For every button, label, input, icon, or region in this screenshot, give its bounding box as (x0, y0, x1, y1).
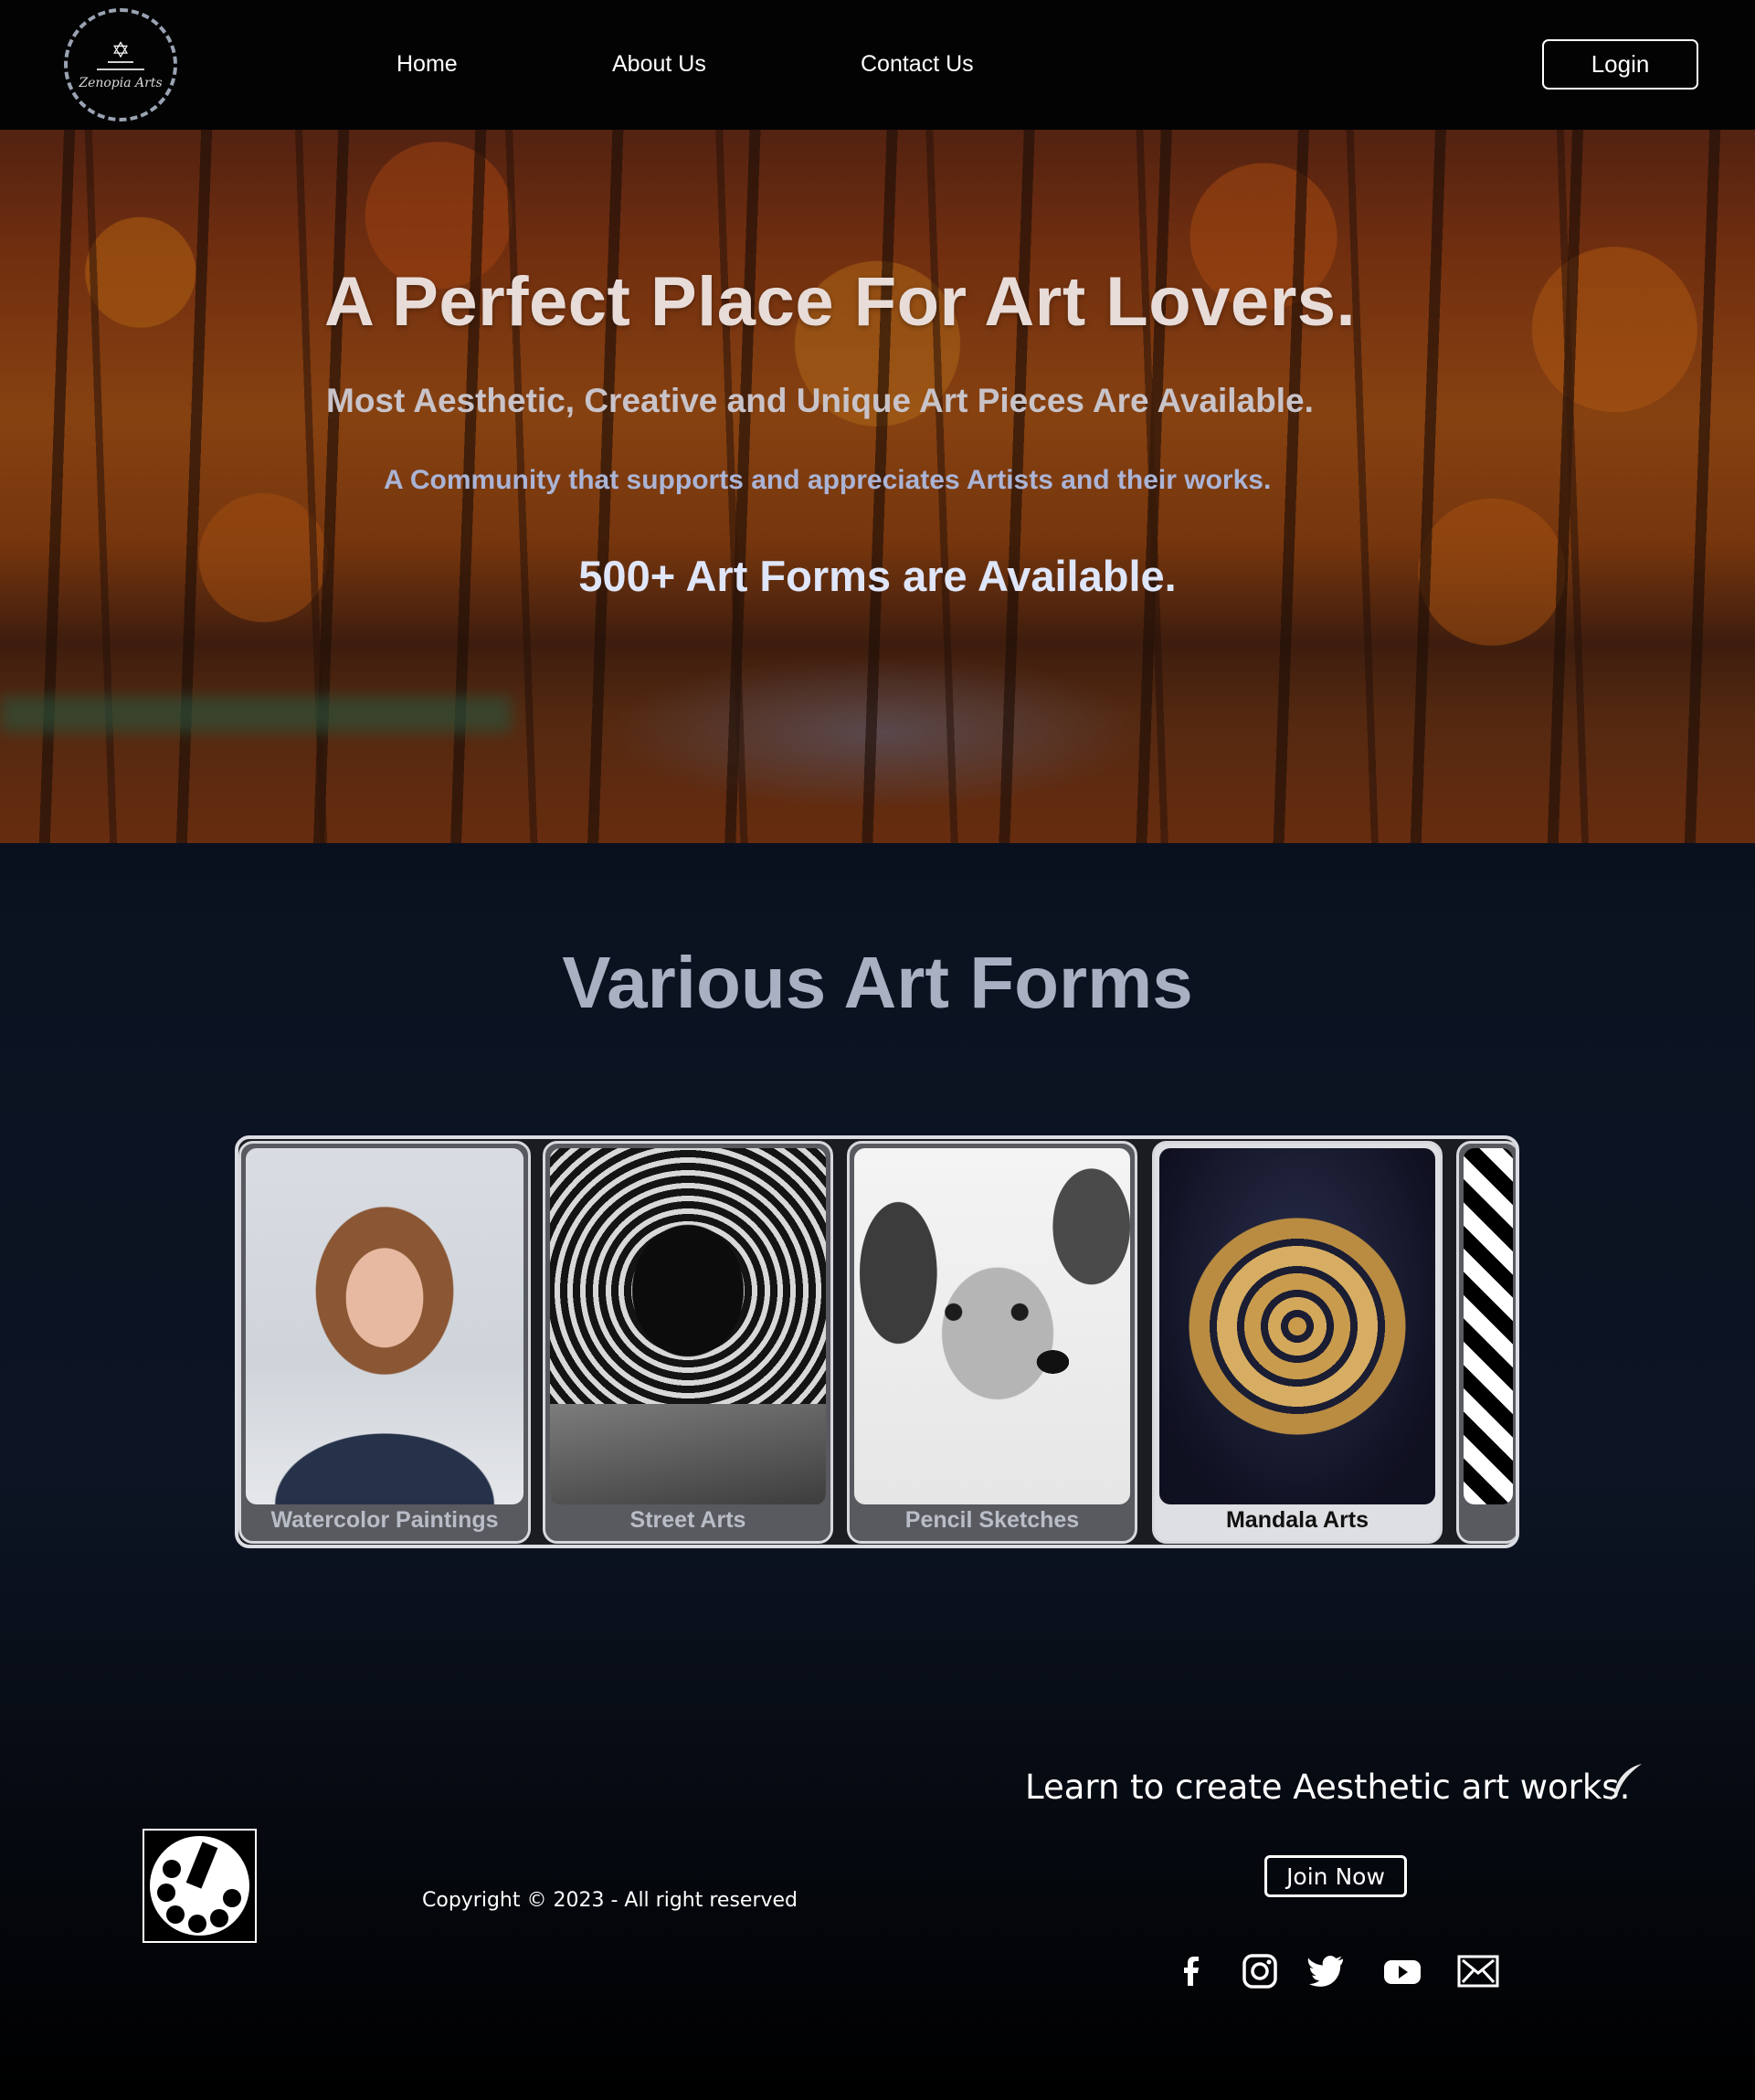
art-card-label: Pencil Sketches (904, 1507, 1080, 1533)
street-art-tiger-mural (550, 1148, 826, 1504)
top-nav: ✡ Zenopia Arts Home About Us Contact Us … (0, 0, 1755, 130)
facebook-icon[interactable] (1171, 1951, 1211, 1991)
art-card-label: Watercolor Paintings (270, 1507, 499, 1533)
op-art-checker (1464, 1148, 1513, 1504)
art-card-street[interactable]: Street Arts (543, 1141, 833, 1544)
hero-subtitle: Most Aesthetic, Creative and Unique Art … (326, 382, 1314, 419)
art-card-label: Mandala Arts (1225, 1507, 1369, 1533)
hero-highlight: 500+ Art Forms are Available. (578, 552, 1177, 600)
nav-link-home[interactable]: Home (396, 51, 458, 78)
art-forms-carousel[interactable]: Watercolor Paintings Street Arts Pencil … (235, 1135, 1519, 1548)
site-logo[interactable]: ✡ Zenopia Arts (64, 8, 177, 121)
youtube-icon[interactable] (1381, 1951, 1423, 1991)
hero-title: A Perfect Place For Art Lovers. (324, 263, 1357, 341)
art-card-pencil[interactable]: Pencil Sketches (847, 1141, 1137, 1544)
feather-icon (1610, 1764, 1642, 1800)
section-title: Various Art Forms (562, 942, 1193, 1023)
logo-divider (97, 69, 144, 70)
art-card-op-art[interactable] (1456, 1141, 1516, 1544)
watercolor-girl-portrait (246, 1148, 523, 1504)
mail-icon[interactable] (1456, 1951, 1500, 1991)
gold-mandala (1159, 1148, 1435, 1504)
footer-logo-icon[interactable] (143, 1829, 257, 1943)
join-now-button[interactable]: Join Now (1264, 1855, 1407, 1897)
logo-text: Zenopia Arts (79, 76, 163, 90)
pencil-sketch-puppy (854, 1148, 1130, 1504)
learn-heading: Learn to create Aesthetic art works. (1025, 1768, 1631, 1807)
login-button[interactable]: Login (1542, 39, 1698, 90)
hero-banner: A Perfect Place For Art Lovers. Most Aes… (0, 130, 1755, 843)
instagram-icon[interactable] (1240, 1951, 1280, 1991)
hero-tagline: A Community that supports and appreciate… (384, 465, 1272, 495)
twitter-icon[interactable] (1306, 1951, 1347, 1991)
star-icon: ✡ (111, 37, 131, 63)
nav-link-about-us[interactable]: About Us (612, 51, 706, 78)
art-card-label: Street Arts (629, 1507, 746, 1533)
copyright-text: Copyright © 2023 - All right reserved (422, 1889, 798, 1912)
art-card-watercolor[interactable]: Watercolor Paintings (238, 1141, 531, 1544)
art-card-mandala[interactable]: Mandala Arts (1152, 1141, 1443, 1544)
nav-link-contact-us[interactable]: Contact Us (861, 51, 974, 78)
logo-divider (108, 61, 133, 63)
